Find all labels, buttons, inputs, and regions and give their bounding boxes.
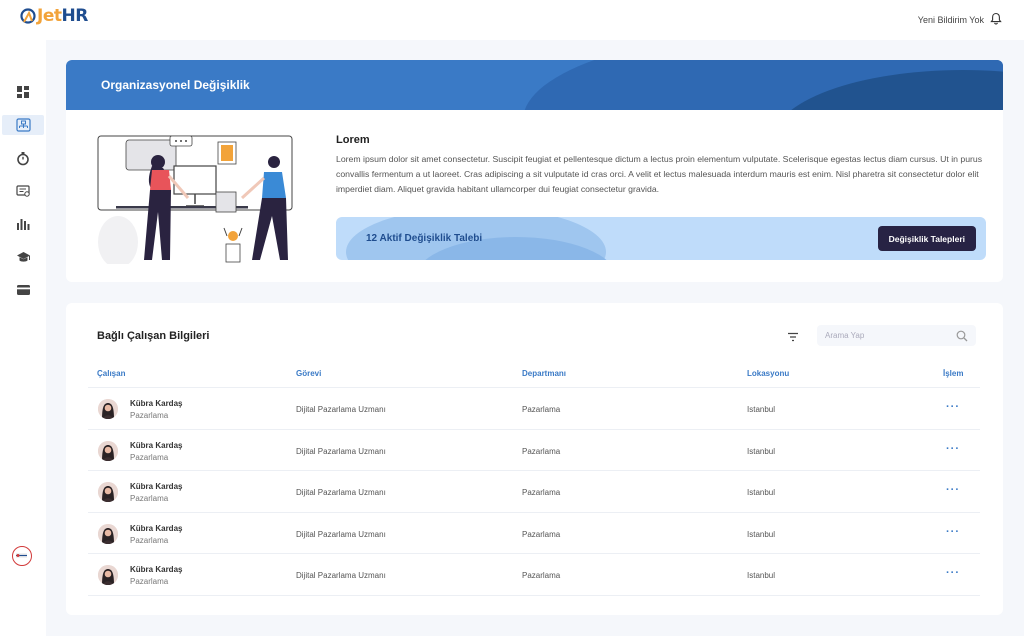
page-title: Organizasyonel Değişiklik [101,78,250,92]
employee-location: Istanbul [747,488,776,497]
employee-name: Kübra Kardaş [130,399,183,408]
search-icon[interactable] [956,329,968,347]
column-header-employee[interactable]: Çalışan [97,369,125,378]
notification-text: Yeni Bildirim Yok [917,14,984,25]
logo-text: JetHR [37,6,88,26]
jethr-logo[interactable]: JetHR [20,6,88,26]
logo-mark-icon [20,8,36,24]
org-change-card: Organizasyonel Değişiklik Lorem Lorem ip… [66,60,1003,282]
more-actions-icon[interactable]: ··· [946,401,960,413]
employee-subtitle: Pazarlama [130,411,169,420]
sidebar-item-payroll[interactable] [2,280,44,300]
document-badge-icon [15,185,30,197]
column-header-location[interactable]: Lokasyonu [747,369,789,378]
sidebar-item-documents[interactable] [2,181,44,201]
notification-area[interactable]: Yeni Bildirim Yok [918,12,1002,27]
search-box [817,325,976,346]
bar-chart-icon [17,219,30,230]
user-avatar[interactable] [12,546,32,566]
employee-subtitle: Pazarlama [130,452,169,462]
info-title: Lorem [336,134,370,146]
wallet-card-icon [16,285,30,295]
top-bar: JetHR Yeni Bildirim Yok [0,0,1024,40]
org-chart-icon [15,118,31,132]
employee-department: Pazarlama [522,405,561,414]
column-header-department[interactable]: Departmanı [522,369,566,378]
more-actions-icon[interactable]: ··· [946,443,960,455]
table-row[interactable]: Kübra Kardaş Pazarlama Dijital Pazarlama… [88,554,980,596]
employee-role: Dijital Pazarlama Uzmanı [296,446,386,456]
employee-avatar [98,565,118,585]
employee-role: Dijital Pazarlama Uzmanı [296,488,386,497]
employee-subtitle: Pazarlama [130,494,169,503]
employee-role: Dijital Pazarlama Uzmanı [296,571,386,580]
search-input[interactable] [825,329,945,342]
more-actions-icon[interactable]: ··· [946,526,960,538]
change-requests-button[interactable]: Değişiklik Talepleri [877,226,976,251]
active-changes-count: 12 Aktif Değişiklik Talebi [366,233,483,244]
linked-employees-card: Bağlı Çalışan Bilgileri Çalışan Görevi D… [66,303,1003,615]
employee-name: Kübra Kardaş [130,523,183,533]
employee-name: Kübra Kardaş [130,482,183,491]
employee-name: Kübra Kardaş [130,565,183,574]
org-change-header: Organizasyonel Değişiklik [66,60,1003,110]
employee-subtitle: Pazarlama [130,577,169,586]
graduation-cap-icon [16,251,30,262]
sidebar-item-timesheet[interactable] [2,148,44,168]
active-changes-banner: 12 Aktif Değişiklik Talebi Değişiklik Ta… [336,217,986,260]
table-row[interactable]: Kübra Kardaş Pazarlama Dijital Pazarlama… [88,430,980,471]
more-actions-icon[interactable]: ··· [946,484,960,496]
employee-avatar [98,399,118,419]
employee-location: Istanbul [747,446,776,456]
employee-avatar [98,440,118,461]
bell-icon[interactable] [990,12,1002,27]
team-illustration [96,132,296,268]
column-header-role[interactable]: Görevi [296,369,321,378]
more-actions-icon[interactable]: ··· [946,567,960,579]
employee-role: Dijital Pazarlama Uzmanı [296,529,386,539]
dashboard-icon [17,86,29,98]
employee-location: Istanbul [747,529,776,539]
sidebar-item-dashboard[interactable] [2,82,44,102]
table-row[interactable]: Kübra Kardaş Pazarlama Dijital Pazarlama… [88,388,980,430]
filter-icon[interactable] [787,329,799,347]
column-header-action: İşlem [943,369,964,378]
employee-role: Dijital Pazarlama Uzmanı [296,405,386,414]
stopwatch-icon [17,151,29,165]
employee-location: Istanbul [747,571,776,580]
sidebar [0,40,46,636]
employee-department: Pazarlama [522,446,561,456]
employee-avatar [98,523,118,544]
employee-avatar [98,482,118,502]
employee-department: Pazarlama [522,571,561,580]
employee-subtitle: Pazarlama [130,535,169,545]
table-row[interactable]: Kübra Kardaş Pazarlama Dijital Pazarlama… [88,471,980,513]
sidebar-item-training[interactable] [2,247,44,267]
employee-location: Istanbul [747,405,776,414]
employee-name: Kübra Kardaş [130,440,183,450]
employee-department: Pazarlama [522,488,561,497]
sidebar-item-org-change[interactable] [2,115,44,135]
section-title: Bağlı Çalışan Bilgileri [97,330,210,342]
table-row[interactable]: Kübra Kardaş Pazarlama Dijital Pazarlama… [88,513,980,554]
sidebar-item-reports[interactable] [2,214,44,234]
info-description: Lorem ipsum dolor sit amet consectetur. … [336,154,983,194]
employee-department: Pazarlama [522,529,561,539]
